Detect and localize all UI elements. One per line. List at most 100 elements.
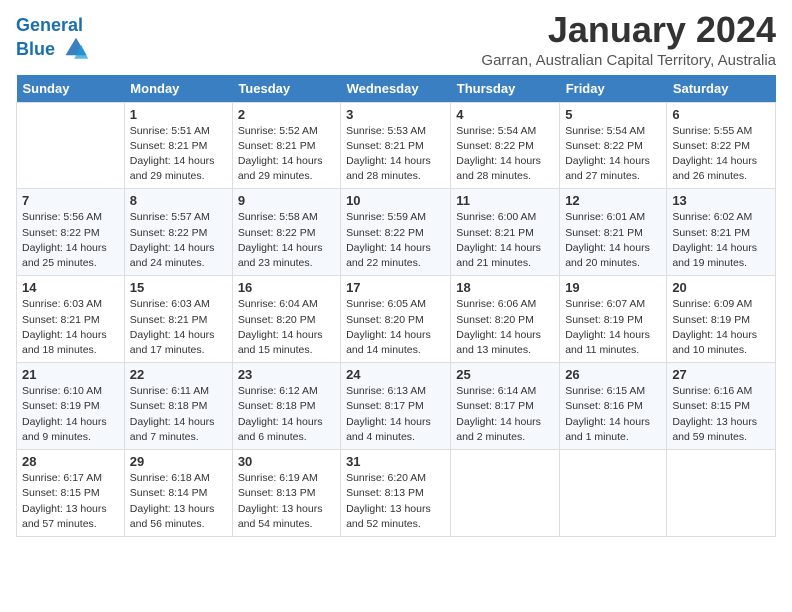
- day-number: 4: [456, 107, 554, 122]
- cell-details: Sunrise: 6:06 AM Sunset: 8:20 PM Dayligh…: [456, 297, 554, 358]
- calendar-cell: 1 Sunrise: 5:51 AM Sunset: 8:21 PM Daylig…: [124, 102, 232, 189]
- calendar-cell: 5 Sunrise: 5:54 AM Sunset: 8:22 PM Daylig…: [560, 102, 667, 189]
- calendar-cell: 17Sunrise: 6:05 AM Sunset: 8:20 PM Dayli…: [341, 276, 451, 363]
- day-number: 10: [346, 193, 445, 208]
- day-number: 21: [22, 367, 119, 382]
- day-number: 29: [130, 454, 227, 469]
- calendar-cell: 6 Sunrise: 5:55 AM Sunset: 8:22 PM Daylig…: [667, 102, 776, 189]
- logo: General Blue: [16, 16, 90, 64]
- day-number: 11: [456, 193, 554, 208]
- calendar-cell: 24 Sunrise: 6:13 AM Sunset: 8:17 PM Dayli…: [341, 363, 451, 450]
- cell-details: Sunrise: 6:12 AM Sunset: 8:18 PM Dayligh…: [238, 384, 335, 445]
- calendar-header-row: SundayMondayTuesdayWednesdayThursdayFrid…: [17, 75, 776, 103]
- day-number: 15: [130, 280, 227, 295]
- day-number: 2: [238, 107, 335, 122]
- day-number: 5: [565, 107, 661, 122]
- calendar-cell: 28Sunrise: 6:17 AM Sunset: 8:15 PM Dayli…: [17, 450, 125, 537]
- day-number: 9: [238, 193, 335, 208]
- cell-details: Sunrise: 6:11 AM Sunset: 8:18 PM Dayligh…: [130, 384, 227, 445]
- cell-details: Sunrise: 5:54 AM Sunset: 8:22 PM Dayligh…: [456, 124, 554, 185]
- day-number: 30: [238, 454, 335, 469]
- calendar-cell: [451, 450, 560, 537]
- title-area: January 2024 Garran, Australian Capital …: [481, 10, 776, 69]
- cell-details: Sunrise: 6:13 AM Sunset: 8:17 PM Dayligh…: [346, 384, 445, 445]
- header-thursday: Thursday: [451, 75, 560, 103]
- day-number: 3: [346, 107, 445, 122]
- day-number: 17: [346, 280, 445, 295]
- day-number: 8: [130, 193, 227, 208]
- day-number: 7: [22, 193, 119, 208]
- day-number: 14: [22, 280, 119, 295]
- calendar-cell: 3 Sunrise: 5:53 AM Sunset: 8:21 PM Daylig…: [341, 102, 451, 189]
- cell-details: Sunrise: 5:57 AM Sunset: 8:22 PM Dayligh…: [130, 210, 227, 271]
- week-row-0: 1 Sunrise: 5:51 AM Sunset: 8:21 PM Daylig…: [17, 102, 776, 189]
- cell-details: Sunrise: 5:53 AM Sunset: 8:21 PM Dayligh…: [346, 124, 445, 185]
- calendar-cell: 11 Sunrise: 6:00 AM Sunset: 8:21 PM Dayli…: [451, 189, 560, 276]
- calendar-cell: 8 Sunrise: 5:57 AM Sunset: 8:22 PM Daylig…: [124, 189, 232, 276]
- calendar-cell: 19Sunrise: 6:07 AM Sunset: 8:19 PM Dayli…: [560, 276, 667, 363]
- calendar-cell: 12Sunrise: 6:01 AM Sunset: 8:21 PM Dayli…: [560, 189, 667, 276]
- cell-details: Sunrise: 6:10 AM Sunset: 8:19 PM Dayligh…: [22, 384, 119, 445]
- header-wednesday: Wednesday: [341, 75, 451, 103]
- calendar-cell: 27Sunrise: 6:16 AM Sunset: 8:15 PM Dayli…: [667, 363, 776, 450]
- calendar-cell: [560, 450, 667, 537]
- cell-details: Sunrise: 6:19 AM Sunset: 8:13 PM Dayligh…: [238, 471, 335, 532]
- header-sunday: Sunday: [17, 75, 125, 103]
- cell-details: Sunrise: 5:54 AM Sunset: 8:22 PM Dayligh…: [565, 124, 661, 185]
- day-number: 20: [672, 280, 770, 295]
- calendar-cell: 9 Sunrise: 5:58 AM Sunset: 8:22 PM Daylig…: [232, 189, 340, 276]
- month-title: January 2024: [481, 10, 776, 50]
- cell-details: Sunrise: 6:14 AM Sunset: 8:17 PM Dayligh…: [456, 384, 554, 445]
- cell-details: Sunrise: 6:00 AM Sunset: 8:21 PM Dayligh…: [456, 210, 554, 271]
- cell-details: Sunrise: 5:51 AM Sunset: 8:21 PM Dayligh…: [130, 124, 227, 185]
- week-row-1: 7Sunrise: 5:56 AM Sunset: 8:22 PM Daylig…: [17, 189, 776, 276]
- calendar-cell: 26 Sunrise: 6:15 AM Sunset: 8:16 PM Dayli…: [560, 363, 667, 450]
- day-number: 24: [346, 367, 445, 382]
- week-row-3: 21 Sunrise: 6:10 AM Sunset: 8:19 PM Dayli…: [17, 363, 776, 450]
- cell-details: Sunrise: 5:55 AM Sunset: 8:22 PM Dayligh…: [672, 124, 770, 185]
- day-number: 6: [672, 107, 770, 122]
- calendar-cell: 20 Sunrise: 6:09 AM Sunset: 8:19 PM Dayli…: [667, 276, 776, 363]
- cell-details: Sunrise: 6:07 AM Sunset: 8:19 PM Dayligh…: [565, 297, 661, 358]
- day-number: 31: [346, 454, 445, 469]
- day-number: 13: [672, 193, 770, 208]
- header-saturday: Saturday: [667, 75, 776, 103]
- cell-details: Sunrise: 6:01 AM Sunset: 8:21 PM Dayligh…: [565, 210, 661, 271]
- week-row-4: 28Sunrise: 6:17 AM Sunset: 8:15 PM Dayli…: [17, 450, 776, 537]
- cell-details: Sunrise: 6:18 AM Sunset: 8:14 PM Dayligh…: [130, 471, 227, 532]
- cell-details: Sunrise: 6:09 AM Sunset: 8:19 PM Dayligh…: [672, 297, 770, 358]
- day-number: 28: [22, 454, 119, 469]
- calendar-cell: 13Sunrise: 6:02 AM Sunset: 8:21 PM Dayli…: [667, 189, 776, 276]
- cell-details: Sunrise: 5:52 AM Sunset: 8:21 PM Dayligh…: [238, 124, 335, 185]
- cell-details: Sunrise: 6:04 AM Sunset: 8:20 PM Dayligh…: [238, 297, 335, 358]
- calendar-cell: 25Sunrise: 6:14 AM Sunset: 8:17 PM Dayli…: [451, 363, 560, 450]
- logo-text2: Blue: [16, 36, 90, 64]
- calendar-cell: 18 Sunrise: 6:06 AM Sunset: 8:20 PM Dayli…: [451, 276, 560, 363]
- cell-details: Sunrise: 6:20 AM Sunset: 8:13 PM Dayligh…: [346, 471, 445, 532]
- location: Garran, Australian Capital Territory, Au…: [481, 52, 776, 69]
- calendar-cell: 22 Sunrise: 6:11 AM Sunset: 8:18 PM Dayli…: [124, 363, 232, 450]
- day-number: 1: [130, 107, 227, 122]
- header-tuesday: Tuesday: [232, 75, 340, 103]
- calendar-cell: 14Sunrise: 6:03 AM Sunset: 8:21 PM Dayli…: [17, 276, 125, 363]
- logo-text: General: [16, 16, 90, 36]
- calendar-cell: 15 Sunrise: 6:03 AM Sunset: 8:21 PM Dayli…: [124, 276, 232, 363]
- logo-icon: [62, 36, 90, 64]
- cell-details: Sunrise: 5:58 AM Sunset: 8:22 PM Dayligh…: [238, 210, 335, 271]
- calendar-table: SundayMondayTuesdayWednesdayThursdayFrid…: [16, 75, 776, 537]
- day-number: 26: [565, 367, 661, 382]
- calendar-cell: 30 Sunrise: 6:19 AM Sunset: 8:13 PM Dayli…: [232, 450, 340, 537]
- cell-details: Sunrise: 6:03 AM Sunset: 8:21 PM Dayligh…: [130, 297, 227, 358]
- header-monday: Monday: [124, 75, 232, 103]
- calendar-cell: 2 Sunrise: 5:52 AM Sunset: 8:21 PM Daylig…: [232, 102, 340, 189]
- calendar-cell: 31 Sunrise: 6:20 AM Sunset: 8:13 PM Dayli…: [341, 450, 451, 537]
- cell-details: Sunrise: 5:59 AM Sunset: 8:22 PM Dayligh…: [346, 210, 445, 271]
- day-number: 16: [238, 280, 335, 295]
- calendar-cell: [667, 450, 776, 537]
- week-row-2: 14 Sunrise: 6:03 AM Sunset: 8:21 PM Dayli…: [17, 276, 776, 363]
- calendar-cell: 16 Sunrise: 6:04 AM Sunset: 8:20 PM Dayli…: [232, 276, 340, 363]
- day-number: 22: [130, 367, 227, 382]
- calendar-cell: 21 Sunrise: 6:10 AM Sunset: 8:19 PM Dayli…: [17, 363, 125, 450]
- day-number: 18: [456, 280, 554, 295]
- cell-details: Sunrise: 6:15 AM Sunset: 8:16 PM Dayligh…: [565, 384, 661, 445]
